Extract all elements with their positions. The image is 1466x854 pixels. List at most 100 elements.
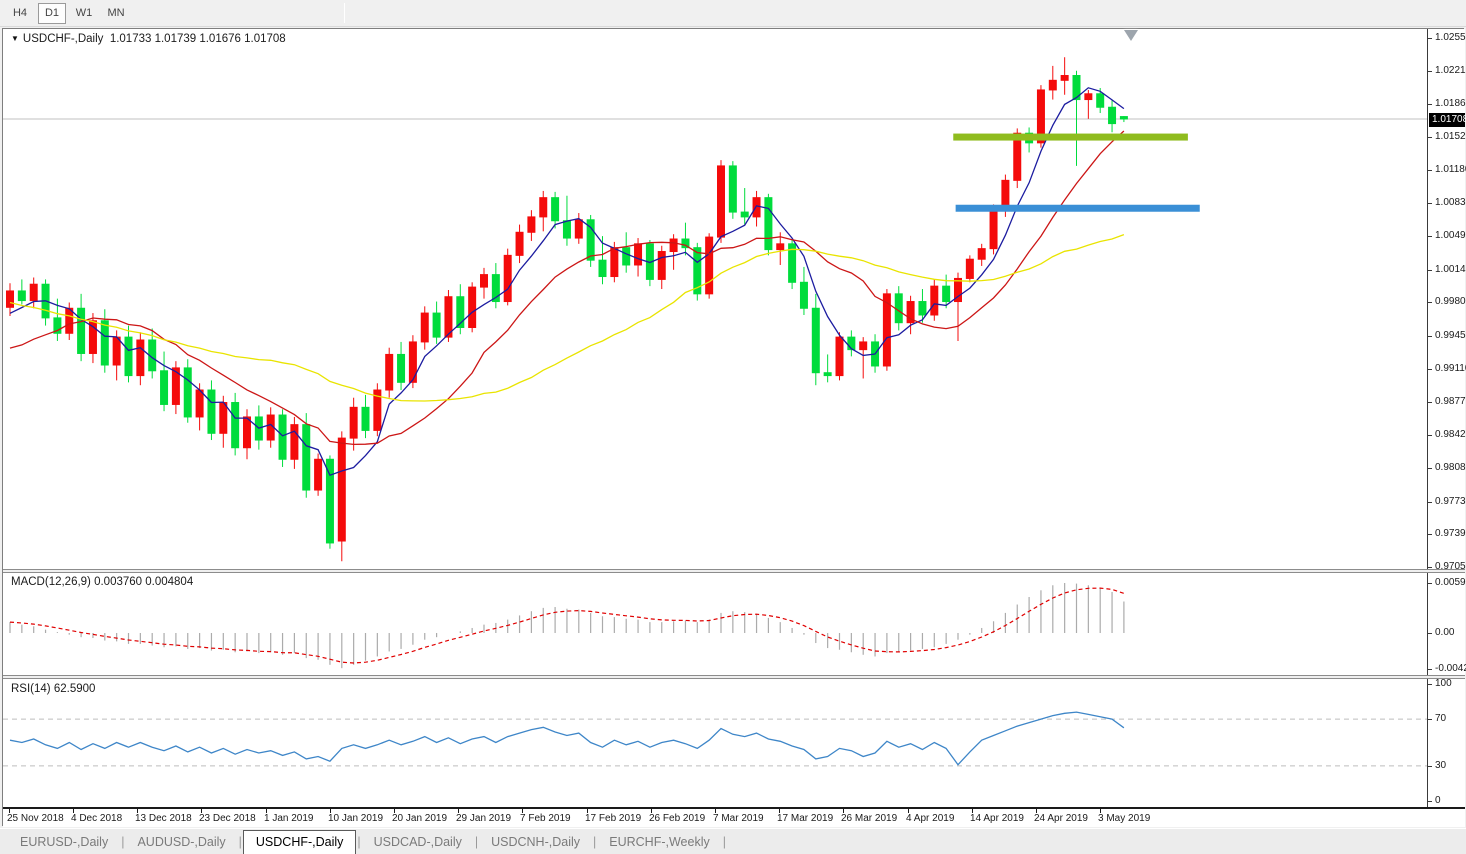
date-axis-label: 10 Jan 2019 [328, 813, 384, 824]
current-price-tag: 1.01708 [1429, 113, 1466, 127]
symbol-tab-bar: EURUSD-,Daily | AUDUSD-,Daily | USDCHF-,Dail… [0, 828, 1466, 854]
rsi-label: RSI(14) [11, 683, 51, 695]
price-axis-label: 1.02550 [1435, 32, 1466, 43]
chart-window: ▼ USDCHF-,Daily 1.01733 1.01739 1.01676 1… [2, 28, 1466, 827]
candle-body [112, 336, 121, 366]
chart-plot-surface[interactable] [3, 29, 1427, 807]
tab-separator: | [722, 835, 726, 849]
price-axis-label: 1.00830 [1435, 197, 1466, 208]
price-axis-label: 0.98770 [1435, 396, 1466, 407]
axis-tick [1428, 336, 1432, 337]
candle-body [965, 258, 974, 279]
candle-body [314, 458, 323, 491]
price-axis-label: 0.98420 [1435, 429, 1466, 440]
macd-label: MACD(12,26,9) [11, 576, 91, 588]
candle-body [17, 290, 26, 302]
candle-body [1060, 75, 1069, 81]
candle-body [1084, 93, 1093, 101]
tab-separator: | [238, 835, 242, 849]
rsi-title: RSI(14) 62.5900 [11, 683, 95, 695]
candle-body [231, 402, 240, 449]
timeframe-button-mn[interactable]: MN [102, 3, 130, 24]
date-axis-label: 14 Apr 2019 [970, 813, 1024, 824]
date-axis-label: 26 Feb 2019 [649, 813, 706, 824]
symbol-tab-usdcnh[interactable]: USDCNH-,Daily [479, 831, 592, 853]
candle-body [764, 197, 773, 251]
candle-body [705, 236, 714, 295]
candle-body [515, 231, 524, 256]
symbol-tab-usdcad[interactable]: USDCAD-,Daily [362, 831, 474, 853]
price-axis-label: 1.00140 [1435, 264, 1466, 275]
macd-axis-label: 0.00597 [1435, 577, 1466, 588]
mouse-cursor-icon [1124, 30, 1138, 41]
candle-body [65, 307, 74, 334]
candle-body [622, 247, 631, 266]
symbol-tab-eurchf[interactable]: EURCHF-,Weekly [597, 831, 721, 853]
candle-body [29, 283, 38, 302]
panel-splitter-rsi[interactable] [3, 675, 1465, 679]
date-axis-label: 23 Dec 2018 [199, 813, 256, 824]
tab-separator: | [593, 835, 597, 849]
candle-body [302, 424, 311, 491]
macd-axis-label: -0.004243 [1435, 663, 1466, 674]
dropdown-triangle-icon[interactable]: ▼ [11, 34, 19, 43]
rsi-line [9, 711, 1125, 766]
candle-body [752, 197, 761, 218]
timeframe-button-d1[interactable]: D1 [38, 3, 66, 24]
symbol-tab-usdchf[interactable]: USDCHF-,Daily [242, 830, 357, 854]
candle-body [1048, 79, 1057, 91]
date-axis-label: 4 Apr 2019 [906, 813, 955, 824]
candle-body [610, 247, 619, 278]
chart-title: ▼ USDCHF-,Daily 1.01733 1.01739 1.01676 1… [11, 33, 286, 45]
axis-tick [1428, 766, 1432, 767]
date-axis-label: 25 Nov 2018 [7, 813, 64, 824]
price-axis[interactable]: 1.01708 1.02550 1.02210 1.01860 1.01520 1.01… [1427, 29, 1466, 807]
axis-tick [1428, 236, 1432, 237]
price-axis-label: 1.02210 [1435, 65, 1466, 76]
candle-body [942, 285, 951, 303]
candle-body [989, 208, 998, 250]
price-axis-label: 0.98080 [1435, 462, 1466, 473]
timeframe-button-h4[interactable]: H4 [6, 3, 34, 24]
candle-body [740, 211, 749, 218]
date-axis-label: 4 Dec 2018 [71, 813, 123, 824]
candle-body [776, 243, 785, 251]
panel-splitter-macd[interactable] [3, 569, 1465, 573]
date-axis[interactable]: 25 Nov 2018 4 Dec 2018 13 Dec 2018 23 Dec 2… [3, 807, 1465, 827]
axis-tick [1428, 137, 1432, 138]
macd-histogram-layer [9, 583, 1125, 669]
axis-tick [1428, 669, 1432, 670]
axis-tick [1428, 719, 1432, 720]
date-axis-label: 7 Mar 2019 [713, 813, 764, 824]
candle-body [219, 402, 228, 434]
candle-body [799, 281, 808, 309]
axis-tick [1428, 502, 1432, 503]
candle-body [669, 238, 678, 253]
candle-body [527, 216, 536, 233]
candle-body [823, 372, 832, 377]
price-axis-label: 0.99800 [1435, 296, 1466, 307]
date-axis-label: 20 Jan 2019 [392, 813, 448, 824]
candle-body [468, 286, 477, 329]
price-axis-label: 0.97730 [1435, 496, 1466, 507]
axis-tick [1428, 270, 1432, 271]
price-axis-label: 1.00490 [1435, 230, 1466, 241]
candle-body [894, 293, 903, 324]
axis-tick [1428, 684, 1432, 685]
candle-body [657, 251, 666, 280]
rsi-axis-label: 0 [1435, 795, 1441, 806]
candle-body [77, 307, 86, 354]
symbol-tab-audusd[interactable]: AUDUSD-,Daily [125, 831, 237, 853]
rsi-axis-label: 70 [1435, 713, 1447, 724]
candle-body [503, 254, 512, 303]
candle-body [1096, 93, 1105, 108]
timeframe-button-w1[interactable]: W1 [70, 3, 98, 24]
axis-tick [1428, 203, 1432, 204]
candle-body [207, 389, 216, 434]
price-axis-label: 1.01180 [1435, 164, 1466, 175]
candle-body [183, 367, 192, 418]
symbol-tab-eurusd[interactable]: EURUSD-,Daily [8, 831, 120, 853]
tab-separator: | [357, 835, 361, 849]
candle-body [539, 197, 548, 218]
candle-body [1119, 116, 1128, 120]
